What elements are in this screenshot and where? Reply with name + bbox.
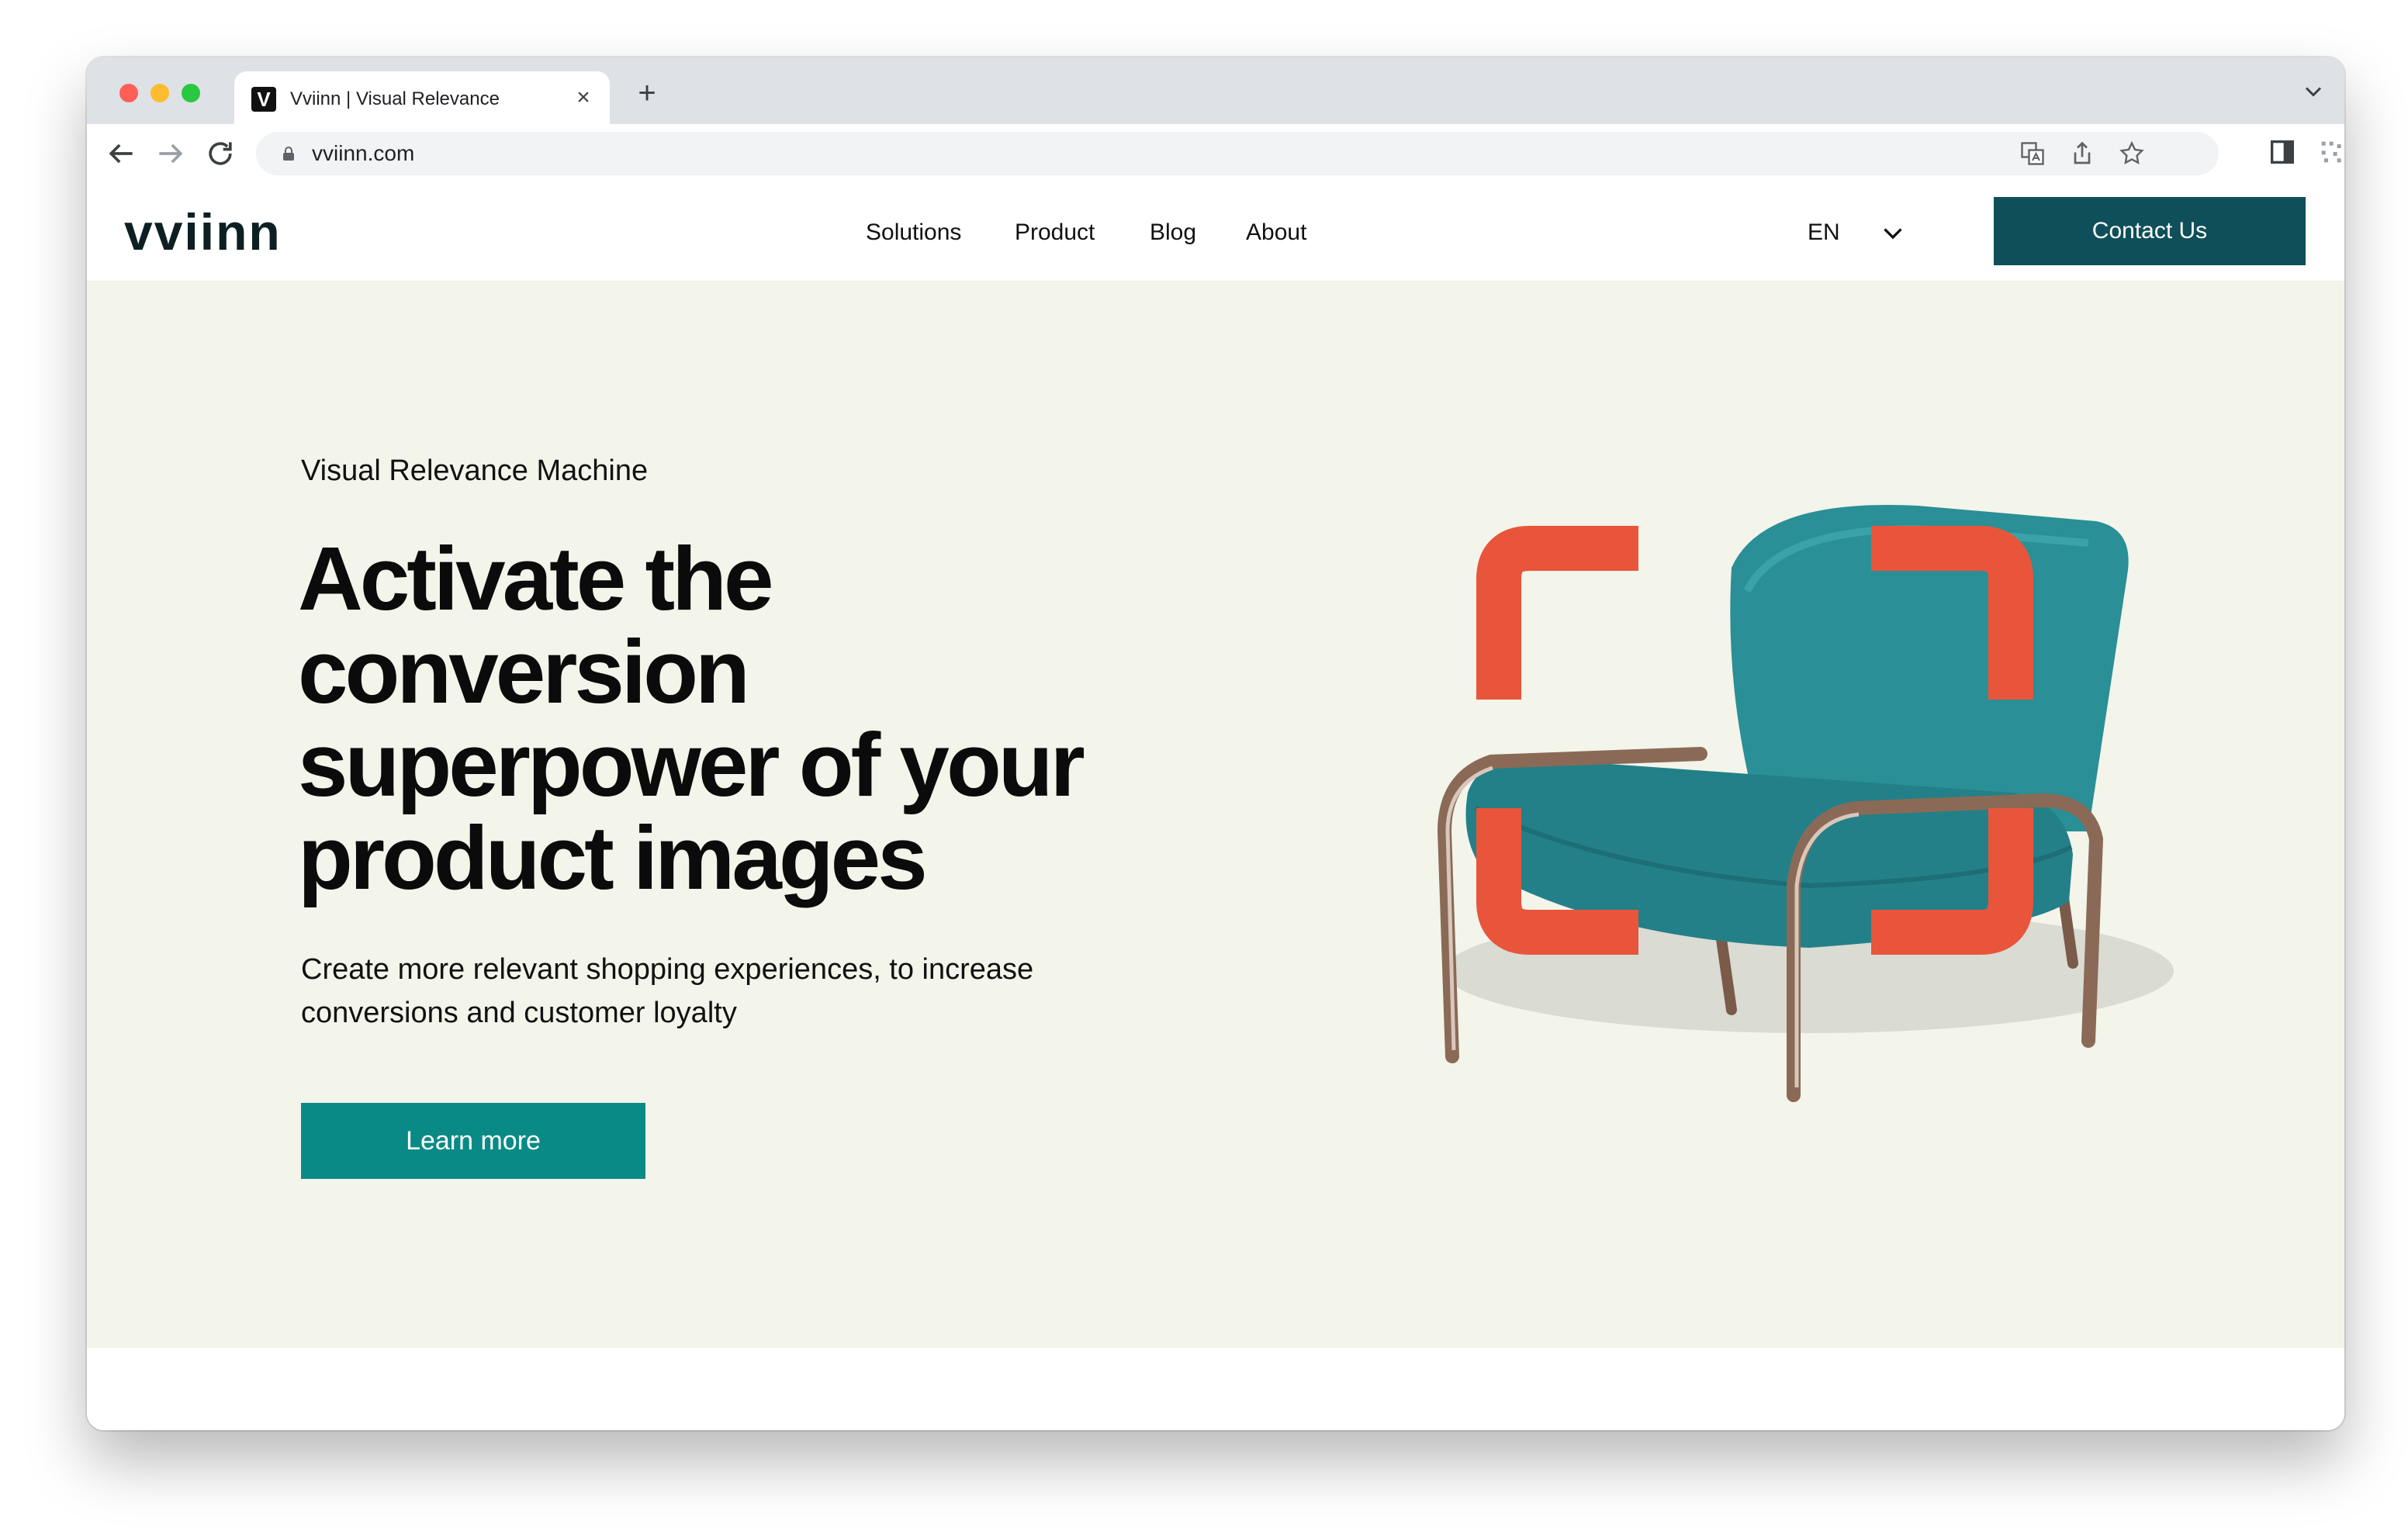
vviinn-logo[interactable]: vviinn: [124, 213, 323, 253]
tab-close-icon[interactable]: ×: [569, 84, 597, 112]
share-icon[interactable]: [2068, 140, 2096, 168]
back-icon[interactable]: [104, 137, 138, 171]
translate-icon[interactable]: [2019, 140, 2046, 168]
chevron-down-icon[interactable]: [1879, 219, 1907, 247]
hero-headline: Activate the conversion superpower of yo…: [298, 528, 1085, 908]
learn-more-button[interactable]: Learn more: [301, 1103, 645, 1179]
web-page: vviinn Solutions Product Blog About EN C…: [87, 183, 2344, 1430]
reload-icon[interactable]: [203, 137, 237, 171]
close-window-button[interactable]: [119, 84, 138, 102]
extension-icon[interactable]: [2316, 137, 2344, 168]
svg-text:vviinn: vviinn: [124, 213, 282, 253]
nav-solutions[interactable]: Solutions: [866, 217, 961, 248]
new-tab-button[interactable]: +: [630, 76, 664, 110]
bookmark-star-icon[interactable]: [2118, 140, 2146, 168]
lock-icon[interactable]: [279, 144, 298, 163]
hero-section: Visual Relevance Machine Activate the co…: [87, 281, 2344, 1348]
below-hero-strip: [87, 1348, 2344, 1430]
tab-strip: V Vviinn | Visual Relevance × +: [87, 57, 2344, 124]
zoom-window-button[interactable]: [182, 84, 200, 102]
nav-about[interactable]: About: [1246, 217, 1306, 248]
chair-illustration: [1437, 505, 2174, 1102]
contact-us-button[interactable]: Contact Us: [1994, 197, 2306, 265]
browser-window: V Vviinn | Visual Relevance × + vviinn.c…: [87, 57, 2344, 1430]
side-panel-icon[interactable]: [2267, 137, 2298, 168]
tab-vviinn[interactable]: V Vviinn | Visual Relevance ×: [234, 71, 610, 124]
nav-product[interactable]: Product: [1015, 217, 1095, 248]
favicon-icon: V: [251, 87, 276, 112]
minimize-window-button[interactable]: [150, 84, 169, 102]
tab-search-chevron-icon[interactable]: [2299, 78, 2327, 105]
hero-eyebrow: Visual Relevance Machine: [301, 454, 649, 487]
nav-blog[interactable]: Blog: [1150, 217, 1196, 248]
hero-subtext: Create more relevant shopping experience…: [301, 953, 1034, 1029]
address-bar[interactable]: vviinn.com: [256, 132, 2219, 175]
language-selector[interactable]: EN: [1808, 217, 1840, 248]
browser-toolbar: vviinn.com: [87, 124, 2344, 185]
url-text[interactable]: vviinn.com: [312, 141, 414, 166]
site-header: vviinn Solutions Product Blog About EN C…: [87, 183, 2344, 281]
forward-icon[interactable]: [154, 137, 188, 171]
tab-title: Vviinn | Visual Relevance: [290, 88, 500, 109]
